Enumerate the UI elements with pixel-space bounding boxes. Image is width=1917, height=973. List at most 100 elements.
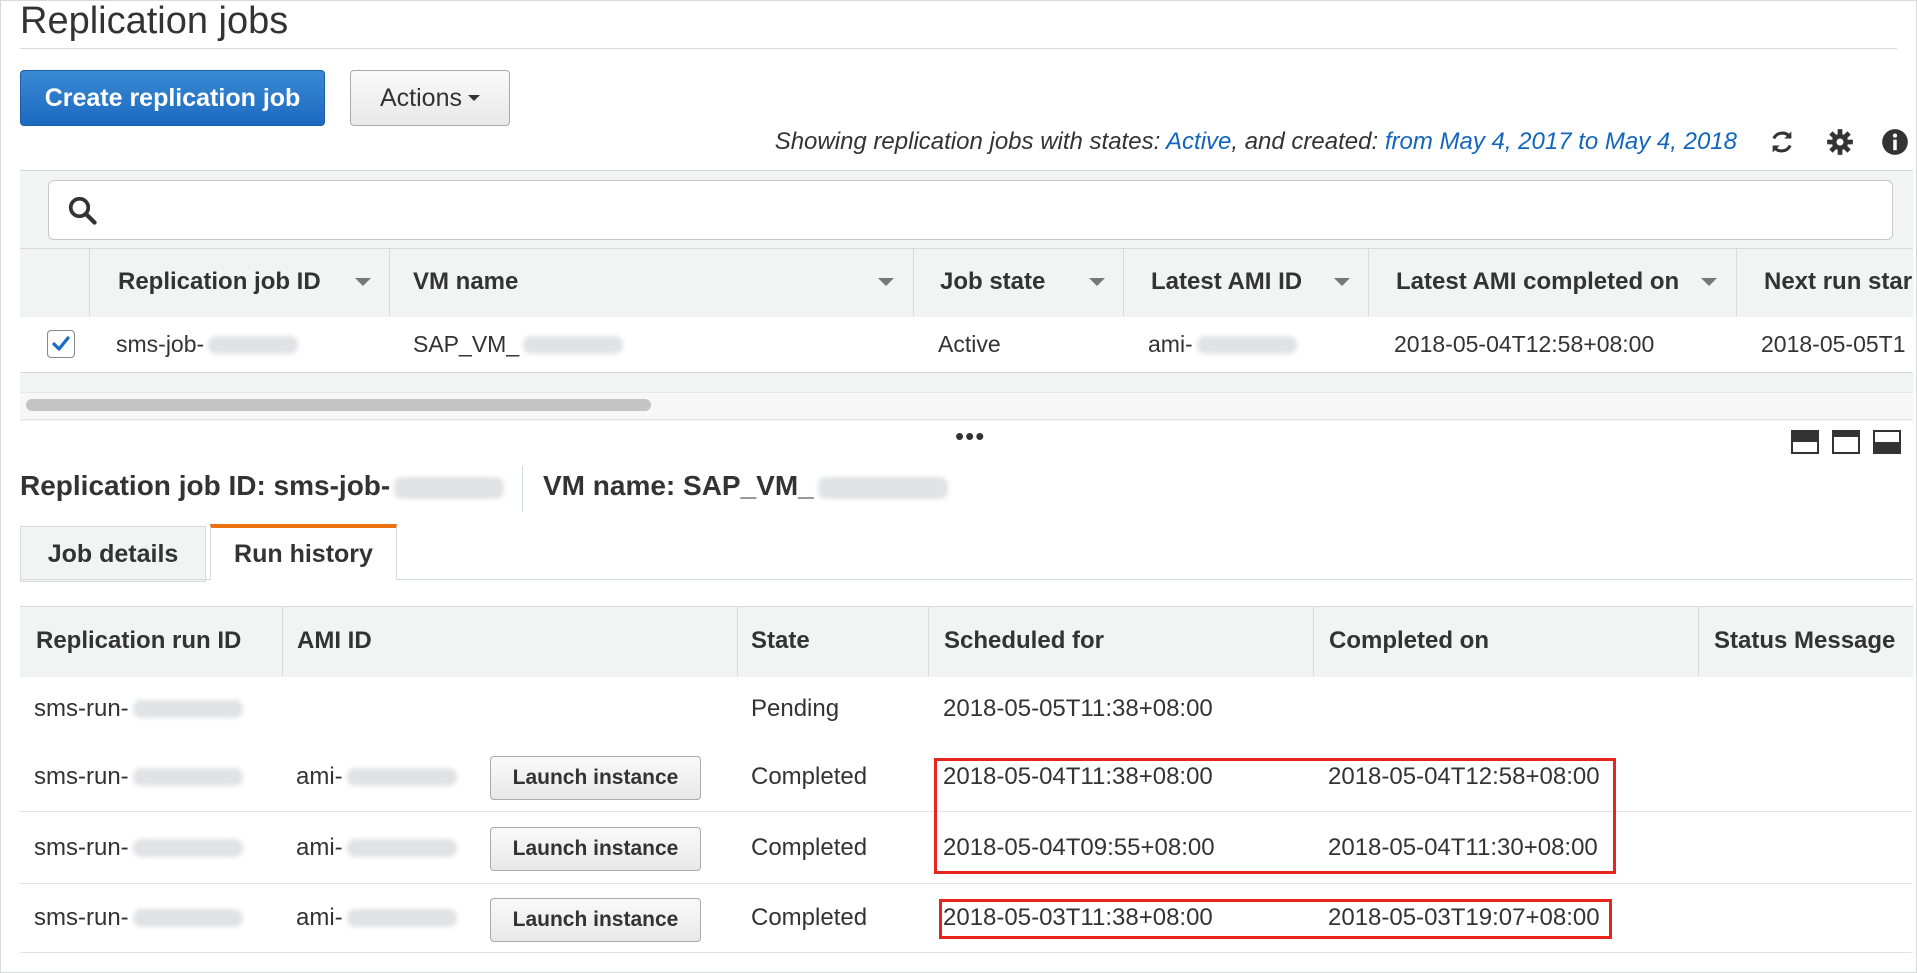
actions-label: Actions (380, 83, 462, 112)
redacted-value (817, 476, 948, 499)
job-id-cell: sms-job- (116, 317, 299, 372)
sort-caret-icon[interactable] (1334, 278, 1350, 286)
run-id-text: sms-run- (34, 904, 129, 931)
filter-state-link[interactable]: Active (1166, 128, 1231, 155)
detail-vm-name: VM name: SAP_VM_ (543, 470, 948, 502)
latest-ami-text: ami- (1148, 331, 1193, 357)
column-header-latest-ami-completed[interactable]: Latest AMI completed on (1396, 248, 1679, 316)
filter-summary: Showing replication jobs with states: Ac… (775, 128, 1737, 156)
sort-caret-icon[interactable] (1089, 278, 1105, 286)
column-divider (1123, 248, 1124, 316)
state-cell: Completed (751, 904, 868, 931)
search-input[interactable] (48, 180, 1893, 240)
create-replication-job-button[interactable]: Create replication job (20, 70, 325, 126)
redacted-value (394, 476, 505, 499)
column-header-run-id: Replication run ID (36, 627, 242, 654)
ami-id-text: ami- (296, 904, 343, 931)
row-checkbox[interactable] (47, 330, 75, 358)
refresh-icon[interactable] (1766, 126, 1798, 158)
run-id-text: sms-run- (34, 694, 129, 722)
tab-run-history[interactable]: Run history (210, 524, 397, 580)
info-icon[interactable] (1879, 126, 1911, 158)
detail-divider (522, 466, 523, 512)
split-pane-handle[interactable]: ••• (955, 423, 985, 449)
column-header-job-state[interactable]: Job state (940, 248, 1045, 316)
scrollbar-thumb[interactable] (26, 399, 651, 411)
sort-caret-icon[interactable] (878, 278, 894, 286)
launch-instance-button[interactable]: Launch instance (490, 756, 701, 800)
run-id-cell: sms-run- (34, 884, 243, 952)
redacted-value (208, 335, 299, 354)
redacted-value (132, 767, 243, 786)
column-header-latest-ami-id[interactable]: Latest AMI ID (1151, 248, 1302, 316)
state-cell: Completed (751, 833, 868, 861)
actions-dropdown-button[interactable]: Actions (350, 70, 510, 126)
column-divider (1698, 606, 1699, 676)
run-id-cell: sms-run- (34, 741, 243, 812)
latest-ami-completed-cell: 2018-05-04T12:58+08:00 (1394, 331, 1655, 357)
launch-instance-button[interactable]: Launch instance (490, 827, 701, 871)
gear-icon[interactable] (1824, 126, 1856, 158)
vm-name-cell: SAP_VM_ (413, 317, 624, 372)
column-divider (913, 248, 914, 316)
column-divider (1736, 248, 1737, 316)
column-header-status-message: Status Message (1714, 627, 1896, 654)
next-run-cell: 2018-05-05T1 (1761, 331, 1906, 357)
job-id-text: sms-job- (116, 331, 205, 357)
column-header-next-run[interactable]: Next run star (1764, 248, 1912, 316)
run-id-cell: sms-run- (34, 673, 243, 744)
redacted-value (132, 909, 243, 927)
ami-id-text: ami- (296, 762, 343, 790)
sort-caret-icon[interactable] (355, 278, 371, 286)
launch-instance-button[interactable]: Launch instance (490, 898, 701, 942)
ami-id-cell: ami- (296, 741, 457, 812)
redacted-value (346, 767, 457, 786)
filter-prefix: Showing replication jobs with states: (774, 128, 1167, 155)
column-divider (282, 606, 283, 676)
redacted-value (132, 699, 243, 718)
redacted-value (132, 838, 243, 857)
redacted-value (1196, 335, 1297, 354)
checkmark-icon (52, 336, 70, 351)
highlight-box (934, 758, 1616, 874)
column-header-ami-id: AMI ID (297, 627, 372, 654)
detail-vm-label: VM name: SAP_VM_ (543, 470, 814, 501)
vm-name-text: SAP_VM_ (413, 331, 520, 357)
caret-down-icon (467, 95, 480, 101)
run-id-text: sms-run- (34, 762, 129, 790)
state-cell: Pending (751, 694, 840, 722)
detail-job-id: Replication job ID: sms-job- (20, 470, 505, 502)
pane-maximize-icon[interactable] (1873, 430, 1901, 454)
column-header-job-id[interactable]: Replication job ID (118, 248, 321, 316)
ami-id-cell: ami- (296, 812, 457, 883)
latest-ami-cell: ami- (1148, 317, 1297, 372)
run-id-cell: sms-run- (34, 812, 243, 883)
search-icon (68, 196, 97, 225)
highlight-box (939, 899, 1612, 939)
pane-half-icon[interactable] (1832, 430, 1860, 454)
pane-minimize-icon[interactable] (1791, 430, 1819, 454)
run-id-text: sms-run- (34, 833, 129, 861)
filter-middle: , and created: (1231, 128, 1385, 155)
column-divider (389, 248, 390, 316)
ami-id-text: ami- (296, 833, 343, 861)
column-divider (1313, 606, 1314, 676)
column-divider (1368, 248, 1369, 316)
filter-date-range-link[interactable]: from May 4, 2017 to May 4, 2018 (1385, 128, 1737, 155)
detail-job-id-label: Replication job ID: sms-job- (20, 470, 391, 501)
scheduled-for-cell: 2018-05-05T11:38+08:00 (943, 694, 1213, 722)
sort-caret-icon[interactable] (1701, 278, 1717, 286)
redacted-value (523, 335, 624, 354)
ami-id-cell: ami- (296, 884, 457, 952)
tab-job-details[interactable]: Job details (20, 526, 206, 582)
column-header-completed-on: Completed on (1329, 627, 1489, 654)
column-header-vm-name[interactable]: VM name (413, 248, 518, 316)
redacted-value (346, 838, 457, 857)
title-divider (20, 48, 1897, 49)
job-state-cell: Active (938, 331, 1001, 357)
redacted-value (346, 909, 457, 927)
column-divider (737, 606, 738, 676)
column-divider (928, 606, 929, 676)
column-header-scheduled-for: Scheduled for (944, 627, 1105, 654)
page-title: Replication jobs (20, 0, 289, 42)
